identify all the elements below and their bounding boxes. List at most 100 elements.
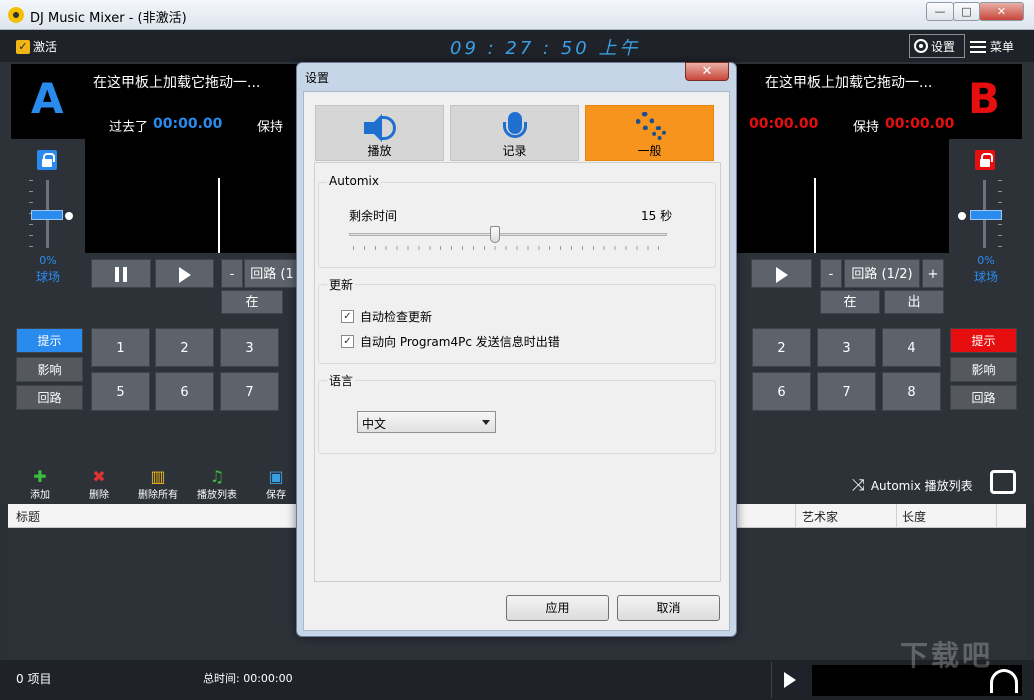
deck-a-lock-icon[interactable]: [37, 150, 57, 170]
deck-a-pad-1[interactable]: 1: [91, 328, 150, 367]
deck-a-pitch-slider[interactable]: [27, 180, 73, 250]
apply-button[interactable]: 应用: [506, 595, 609, 621]
deck-b-loop-plus[interactable]: +: [922, 259, 944, 288]
cancel-button[interactable]: 取消: [617, 595, 720, 621]
save-button[interactable]: ▣ 保存: [251, 467, 301, 502]
deck-b-header[interactable]: B 在这甲板上加载它拖动一... 00:00.00 保持 00:00.00: [722, 64, 1022, 139]
plus-icon: ✚: [33, 467, 47, 486]
delete-button[interactable]: ✖ 删除: [74, 468, 124, 502]
gear-large: [636, 112, 654, 130]
maximize-button[interactable]: □: [953, 2, 980, 21]
deck-b-loop-out[interactable]: 出: [884, 290, 944, 314]
deck-a-pitch-thumb[interactable]: [31, 210, 63, 220]
language-select[interactable]: 中文: [357, 411, 496, 433]
headphones-icon[interactable]: [990, 669, 1018, 693]
gear-icon: [914, 39, 928, 53]
deck-b-loop-button[interactable]: 回路: [950, 385, 1017, 410]
deck-b-waveform[interactable]: [722, 138, 949, 253]
deck-a-remain-label: 保持: [257, 120, 284, 135]
deck-a-pad-2[interactable]: 2: [155, 328, 214, 367]
deck-a-pad-7[interactable]: 7: [220, 372, 279, 411]
column-divider: [795, 504, 796, 528]
deck-b-effect-button[interactable]: 影响: [950, 357, 1017, 382]
deck-b-pad-6[interactable]: 6: [752, 372, 811, 411]
slider-ticks: [353, 246, 665, 250]
tab-general[interactable]: 一般: [585, 105, 714, 161]
speaker-wave: [382, 116, 396, 140]
remaining-time-thumb[interactable]: [490, 226, 501, 243]
column-title[interactable]: 标题: [16, 508, 40, 525]
preview-play-button[interactable]: [771, 662, 811, 698]
deck-b-pitch-label: 球场: [973, 270, 998, 284]
deck-b-pad-3[interactable]: 3: [817, 328, 876, 367]
tab-general-label: 一般: [637, 144, 662, 158]
dialog-close-button[interactable]: ✕: [685, 62, 729, 81]
deck-a-pitch-dot: [65, 212, 73, 220]
delete-all-button[interactable]: ▥ 删除所有: [133, 468, 183, 502]
column-artist[interactable]: 艺术家: [802, 508, 838, 525]
floppy-icon: ▣: [268, 467, 284, 486]
automix-playlist-button[interactable]: ⤨ Automix 播放列表: [852, 475, 973, 495]
auto-send-error-row[interactable]: ✓ 自动向 Program4Pc 发送信息时出错: [341, 333, 560, 350]
status-bar: 0 项目 总时间: 00:00:00: [0, 660, 1034, 700]
deck-a-letter: A: [31, 74, 64, 123]
deck-b-loop-minus[interactable]: -: [820, 259, 842, 288]
remaining-time-label: 剩余时间: [349, 209, 398, 223]
activate-button[interactable]: ✓ 激活: [16, 38, 57, 55]
repeat-icon[interactable]: [990, 470, 1016, 494]
automix-label: Automix 播放列表: [870, 478, 973, 493]
deck-a-pad-5[interactable]: 5: [91, 372, 150, 411]
deck-b-pitch-value: 0%: [977, 254, 995, 267]
menu-button[interactable]: 菜单: [970, 38, 1014, 55]
add-button[interactable]: ✚ 添加: [15, 467, 65, 502]
delete-label: 删除: [89, 490, 109, 501]
deck-b-pad-2[interactable]: 2: [752, 328, 811, 367]
remaining-time-slider[interactable]: [349, 233, 667, 236]
deck-b-pad-8[interactable]: 8: [882, 372, 941, 411]
deck-b-letter: B: [968, 74, 1001, 123]
update-group: 更新 ✓ 自动检查更新 ✓ 自动向 Program4Pc 发送信息时出错: [318, 276, 716, 364]
deck-b-loop-in[interactable]: 在: [820, 290, 880, 314]
deck-b-cue-button[interactable]: 提示: [950, 328, 1017, 353]
deck-a-loop-in[interactable]: 在: [221, 290, 283, 314]
deck-b-pad-7[interactable]: 7: [817, 372, 876, 411]
deck-a-pad-6[interactable]: 6: [155, 372, 214, 411]
settings-label: 设置: [931, 39, 956, 54]
column-divider: [896, 504, 897, 528]
column-length[interactable]: 长度: [902, 508, 926, 525]
deck-b-loop-size[interactable]: 回路 (1/2): [844, 259, 920, 288]
play-icon: [178, 266, 191, 283]
auto-check-update-row[interactable]: ✓ 自动检查更新: [341, 308, 432, 325]
tab-playback[interactable]: 播放: [315, 105, 444, 161]
deck-b-play-button[interactable]: [751, 259, 812, 288]
auto-check-update-checkbox[interactable]: ✓: [341, 310, 354, 323]
deck-b-pad-4[interactable]: 4: [882, 328, 941, 367]
playlist-button[interactable]: ♫ 播放列表: [192, 467, 242, 502]
play-icon: [775, 266, 788, 283]
deck-b-pitch-thumb[interactable]: [970, 210, 1002, 220]
settings-button[interactable]: 设置: [909, 34, 965, 58]
pause-icon: [115, 267, 119, 282]
deck-a-loop-minus[interactable]: -: [221, 259, 243, 288]
deck-a-loop-size[interactable]: 回路 (1: [244, 259, 300, 288]
dropdown-arrow-icon: [482, 420, 490, 425]
deck-a-loop-button[interactable]: 回路: [16, 385, 83, 410]
deck-a-pause-button[interactable]: [91, 259, 151, 288]
deck-b-pitch-slider[interactable]: [958, 180, 1004, 250]
deck-b-lock-icon[interactable]: [975, 150, 995, 170]
music-note-icon: ♫: [209, 467, 225, 486]
deck-a-header[interactable]: A 在这甲板上加载它拖动一... 过去了 00:00.00 保持: [11, 64, 311, 139]
deck-a-play-button[interactable]: [155, 259, 214, 288]
deck-a-cue-button[interactable]: 提示: [16, 328, 83, 353]
save-label: 保存: [266, 490, 286, 501]
auto-send-error-checkbox[interactable]: ✓: [341, 335, 354, 348]
minimize-button[interactable]: —: [926, 2, 954, 21]
deck-a-pad-3[interactable]: 3: [220, 328, 279, 367]
tab-record[interactable]: 记录: [450, 105, 579, 161]
automix-group: Automix 剩余时间 15 秒: [318, 174, 716, 268]
update-group-label: 更新: [327, 276, 356, 293]
deck-a-waveform[interactable]: [85, 138, 311, 253]
deck-b-elapsed: 00:00.00: [749, 116, 819, 132]
deck-a-effect-button[interactable]: 影响: [16, 357, 83, 382]
close-button[interactable]: ✕: [979, 2, 1024, 21]
